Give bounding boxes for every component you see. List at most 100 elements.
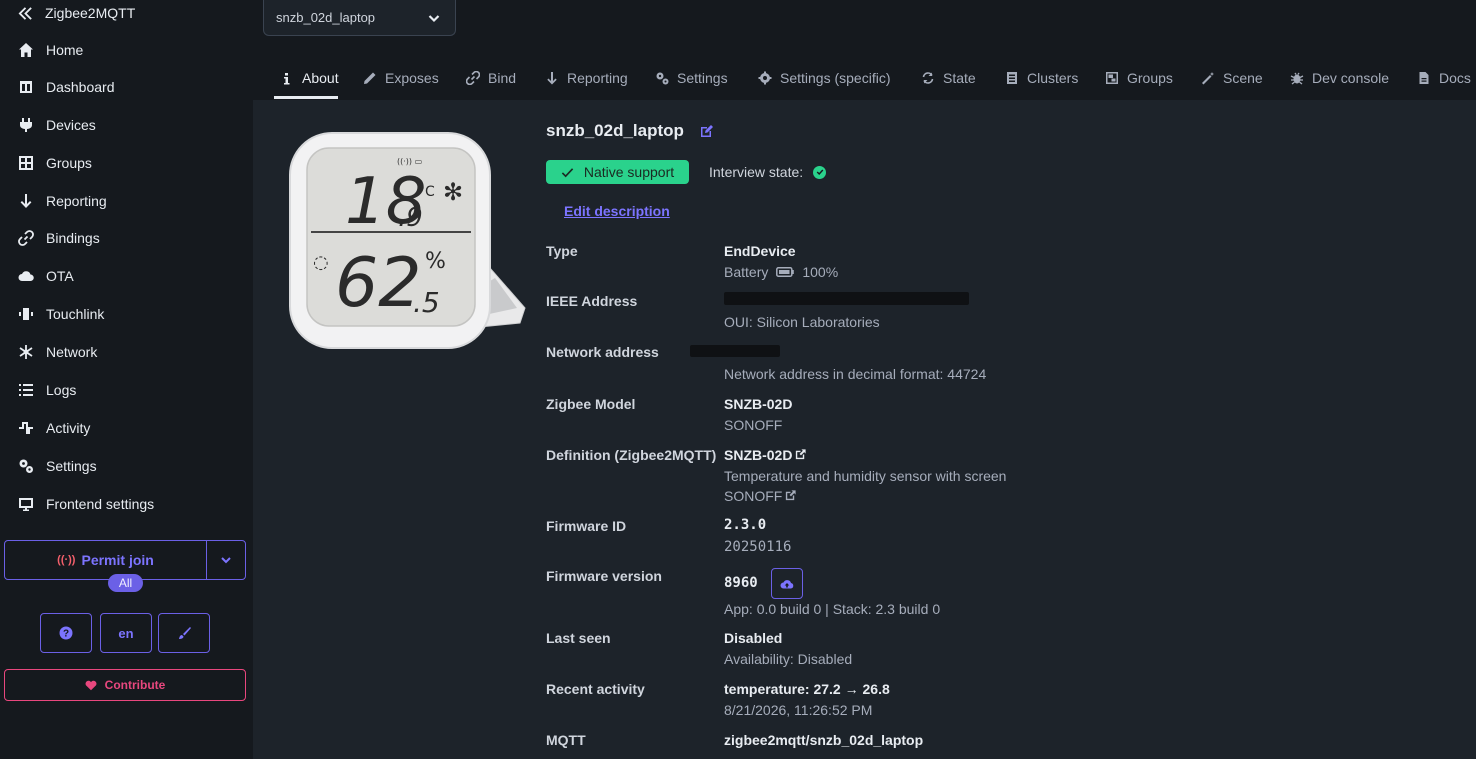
chevron-down-icon — [428, 14, 440, 22]
battery-level: 100% — [802, 264, 839, 280]
sidebar-item-label: Touchlink — [46, 306, 105, 322]
tab-clusters[interactable]: Clusters — [1005, 66, 1078, 90]
network-icon — [18, 344, 34, 360]
recent-activity-label: Recent activity — [546, 681, 645, 697]
sidebar-item-groups[interactable]: Groups — [18, 151, 238, 175]
contribute-label: Contribute — [104, 678, 166, 692]
firmware-id-value: 2.3.0 — [724, 517, 767, 533]
type-value: EndDevice — [724, 243, 796, 259]
sidebar-item-touchlink[interactable]: Touchlink — [18, 302, 238, 326]
svg-text:?: ? — [63, 629, 69, 640]
sidebar-item-label: Network — [46, 344, 98, 360]
sidebar-header[interactable]: Zigbee2MQTT — [18, 4, 135, 22]
help-button[interactable]: ? — [40, 613, 92, 653]
sidebar: Zigbee2MQTT Home Dashboard Devices Group… — [0, 0, 253, 759]
firmware-version-value: 8960 — [724, 575, 758, 591]
tab-scene[interactable]: Scene — [1201, 66, 1263, 90]
paintbrush-icon — [179, 627, 191, 639]
sidebar-item-reporting[interactable]: Reporting — [18, 189, 238, 213]
sidebar-item-dashboard[interactable]: Dashboard — [18, 75, 238, 99]
cloud-icon — [18, 268, 34, 284]
sidebar-item-ota[interactable]: OTA — [18, 264, 238, 288]
device-name-row: snzb_02d_laptop — [546, 120, 714, 142]
edit-name-icon[interactable] — [700, 124, 714, 138]
humidity-unit: % — [425, 249, 446, 274]
sidebar-item-label: Groups — [46, 155, 92, 171]
link-icon — [18, 230, 34, 246]
tab-bind[interactable]: Bind — [466, 66, 516, 90]
permit-join-label: Permit join — [81, 552, 154, 568]
sidebar-item-network[interactable]: Network — [18, 340, 238, 364]
definition-model-link[interactable]: SNZB-02D — [724, 447, 807, 463]
tab-label: Settings — [677, 70, 728, 86]
refresh-icon — [922, 72, 934, 84]
tab-reporting[interactable]: Reporting — [545, 66, 628, 90]
battery-icon — [776, 267, 795, 277]
temperature-unit: °C — [418, 184, 435, 200]
cloud-upload-icon — [780, 579, 794, 588]
sidebar-item-bindings[interactable]: Bindings — [18, 226, 238, 250]
sidebar-item-activity[interactable]: Activity — [18, 416, 238, 440]
sidebar-item-settings[interactable]: Settings — [18, 454, 238, 478]
ieee-label: IEEE Address — [546, 293, 638, 309]
last-seen-label: Last seen — [546, 630, 611, 646]
groups-icon — [18, 155, 34, 171]
permit-join-dropdown[interactable] — [206, 541, 245, 579]
firmware-date: 20250116 — [724, 539, 792, 555]
question-icon: ? — [59, 626, 73, 640]
tab-label: Groups — [1127, 70, 1173, 86]
tab-about[interactable]: About — [280, 66, 339, 90]
cog-icon — [758, 71, 772, 85]
power-source: Battery 100% — [724, 264, 838, 280]
pencil-icon — [364, 72, 376, 84]
tab-settings[interactable]: Settings — [655, 66, 728, 90]
zigbee-model-label: Zigbee Model — [546, 396, 636, 412]
interview-success-icon — [813, 165, 827, 179]
tab-docs[interactable]: Docs — [1417, 66, 1471, 90]
language-button[interactable]: en — [100, 613, 152, 653]
interview-state-label: Interview state: — [709, 164, 804, 180]
permit-join-button[interactable]: ((·)) Permit join — [5, 541, 206, 579]
temperature-decimal: .9 — [398, 203, 423, 233]
sidebar-item-home[interactable]: Home — [18, 38, 238, 62]
definition-description: Temperature and humidity sensor with scr… — [724, 468, 1007, 484]
tab-label: Reporting — [567, 70, 628, 86]
tab-state[interactable]: State — [921, 66, 976, 90]
sidebar-item-label: Bindings — [46, 230, 100, 246]
network-address-decimal: Network address in decimal format: 44724 — [724, 366, 987, 382]
vendor-link[interactable]: SONOFF — [724, 488, 797, 504]
type-label: Type — [546, 243, 578, 259]
zigbee-manufacturer: SONOFF — [724, 417, 783, 433]
vendor-name: SONOFF — [724, 488, 783, 504]
sidebar-item-label: Logs — [46, 382, 77, 398]
check-ota-update-button[interactable] — [771, 568, 803, 599]
firmware-id-label: Firmware ID — [546, 518, 627, 534]
collapse-sidebar-icon[interactable] — [18, 6, 33, 21]
sidebar-item-label: Home — [46, 42, 84, 58]
monitor-icon — [18, 496, 34, 512]
chevron-down-icon — [221, 557, 231, 564]
tab-groups[interactable]: Groups — [1105, 66, 1173, 90]
link-icon — [466, 71, 480, 85]
tab-label: Bind — [488, 70, 517, 86]
sidebar-item-frontend-settings[interactable]: Frontend settings — [18, 492, 238, 516]
definition-model: SNZB-02D — [724, 447, 793, 463]
external-link-icon — [796, 449, 807, 460]
edit-description-link[interactable]: Edit description — [564, 203, 670, 219]
sidebar-item-label: Activity — [46, 420, 91, 436]
tab-exposes[interactable]: Exposes — [363, 66, 439, 90]
tab-dev-console[interactable]: Dev console — [1290, 66, 1389, 90]
list-icon — [18, 382, 34, 398]
native-support-badge: Native support — [546, 160, 689, 184]
device-select[interactable]: snzb_02d_laptop — [263, 0, 456, 36]
settings-icon — [18, 458, 34, 474]
sidebar-item-logs[interactable]: Logs — [18, 378, 238, 402]
sidebar-item-label: OTA — [46, 268, 74, 284]
tab-settings-specific[interactable]: Settings (specific) — [758, 66, 890, 90]
theme-button[interactable] — [158, 613, 210, 653]
sidebar-item-devices[interactable]: Devices — [18, 113, 238, 137]
contribute-button[interactable]: Contribute — [4, 669, 246, 701]
oui-value: OUI: Silicon Laboratories — [724, 314, 880, 330]
firmware-version-label: Firmware version — [546, 568, 662, 584]
arrow-down-icon — [547, 72, 557, 85]
